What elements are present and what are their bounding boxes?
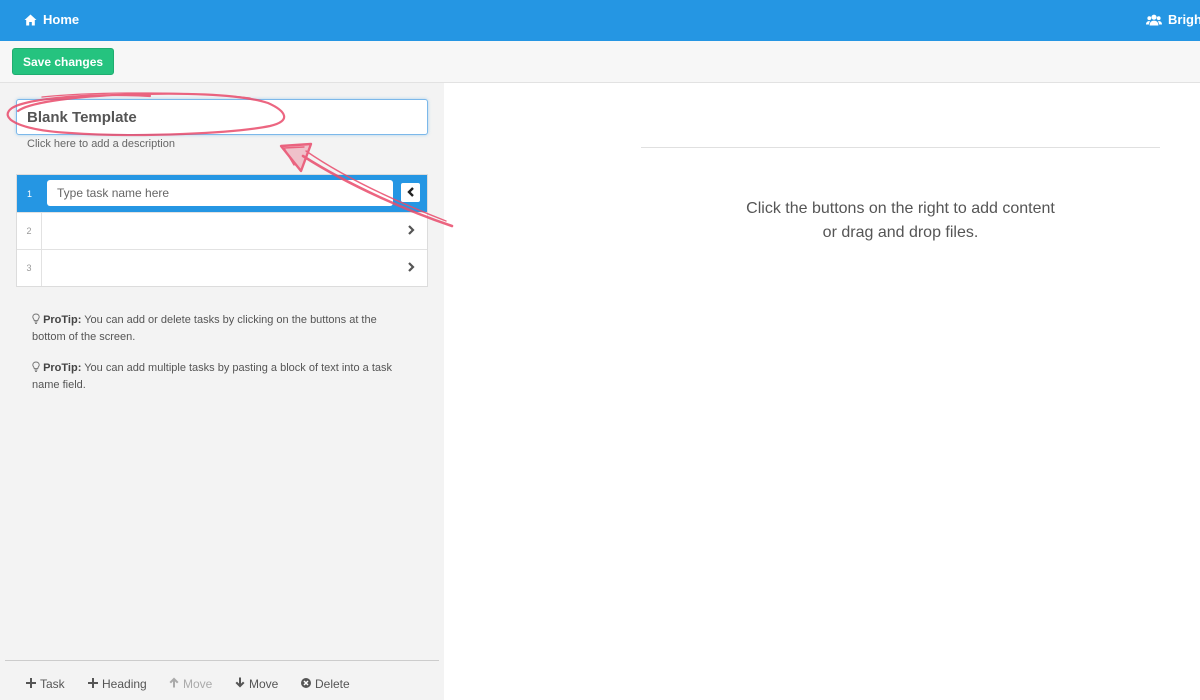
add-heading-label: Heading xyxy=(102,677,147,691)
checklist-editor-panel: Click here to add a description 1 2 3 xyxy=(0,83,444,700)
home-icon xyxy=(24,14,37,26)
template-title-input[interactable] xyxy=(16,99,428,135)
top-nav-bar: Home Bright S xyxy=(0,0,1200,41)
chevron-left-icon xyxy=(406,184,415,202)
task-row[interactable]: 1 xyxy=(17,175,427,212)
task-list: 1 2 3 xyxy=(16,174,428,287)
protip-label: ProTip: xyxy=(43,314,82,326)
content-divider xyxy=(641,147,1160,148)
save-changes-button[interactable]: Save changes xyxy=(12,48,115,75)
task-name-input[interactable] xyxy=(47,180,393,206)
move-down-button[interactable]: Move xyxy=(235,677,278,691)
lightbulb-icon xyxy=(32,361,40,377)
protip-label: ProTip: xyxy=(43,362,82,374)
task-number: 3 xyxy=(17,250,42,286)
home-link[interactable]: Home xyxy=(24,12,79,27)
task-actions-bar: Task Heading Move Move Delete xyxy=(5,660,439,700)
delete-task-button[interactable]: Delete xyxy=(301,677,350,691)
protip: ProTip: You can add or delete tasks by c… xyxy=(32,312,412,345)
times-circle-icon xyxy=(301,677,311,691)
organization-label: Bright S xyxy=(1168,12,1200,27)
task-content-panel[interactable]: Click the buttons on the right to add co… xyxy=(444,83,1200,700)
empty-message-line: Click the buttons on the right to add co… xyxy=(746,200,1055,217)
empty-content-message: Click the buttons on the right to add co… xyxy=(641,197,1160,245)
editor-toolbar: Save changes xyxy=(0,41,1200,83)
add-task-button[interactable]: Task xyxy=(26,677,65,691)
protip-text: You can add or delete tasks by clicking … xyxy=(32,314,377,343)
add-description-link[interactable]: Click here to add a description xyxy=(27,138,175,150)
expand-task-button[interactable] xyxy=(405,225,417,237)
move-up-label: Move xyxy=(183,677,213,691)
plus-icon xyxy=(26,677,36,691)
move-up-button[interactable]: Move xyxy=(169,677,212,691)
task-row[interactable]: 2 xyxy=(17,212,427,249)
task-number: 1 xyxy=(26,188,32,199)
add-heading-button[interactable]: Heading xyxy=(88,677,147,691)
add-task-label: Task xyxy=(40,677,65,691)
home-label: Home xyxy=(43,12,80,27)
move-down-label: Move xyxy=(249,677,279,691)
organization-menu[interactable]: Bright S xyxy=(1146,12,1200,27)
plus-icon xyxy=(88,677,98,691)
protip: ProTip: You can add multiple tasks by pa… xyxy=(32,360,412,393)
expand-task-button[interactable] xyxy=(405,262,417,274)
lightbulb-icon xyxy=(32,313,40,329)
protip-text: You can add multiple tasks by pasting a … xyxy=(32,362,392,391)
task-number: 2 xyxy=(17,213,42,249)
arrow-down-icon xyxy=(235,677,245,691)
empty-message-line: or drag and drop files. xyxy=(822,224,979,241)
collapse-task-button[interactable] xyxy=(401,183,420,202)
chevron-right-icon xyxy=(407,222,415,240)
users-icon xyxy=(1146,14,1162,26)
chevron-right-icon xyxy=(407,259,415,277)
task-row[interactable]: 3 xyxy=(17,249,427,286)
delete-task-label: Delete xyxy=(315,677,350,691)
arrow-up-icon xyxy=(169,677,179,691)
